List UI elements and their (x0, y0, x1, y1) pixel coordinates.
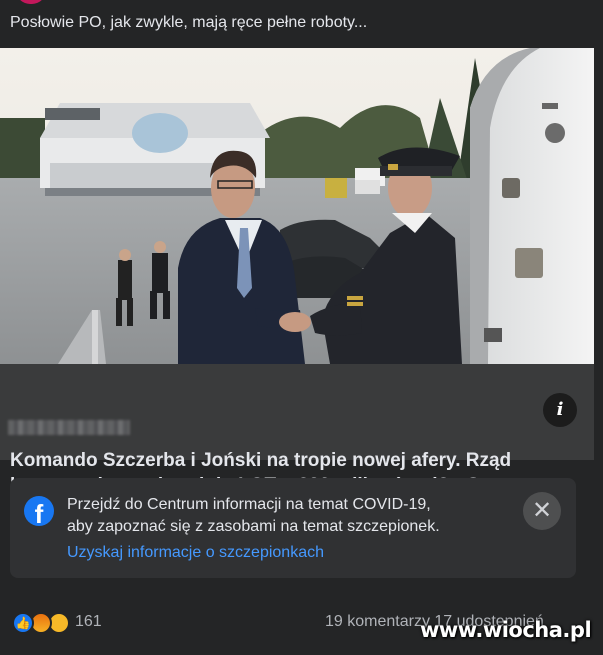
vaccine-info-link[interactable]: Uzyskaj informacje o szczepionkach (67, 542, 324, 564)
link-preview-card[interactable]: i Komando Szczerba i Joński na tropie no… (0, 48, 594, 496)
post-text: Posłowie PO, jak zwykle, mają ręce pełne… (10, 14, 368, 31)
covid-info-banner: f Przejdź do Centrum informacji na temat… (10, 478, 576, 578)
like-icon: 👍 (12, 612, 34, 634)
watermark: www.wiocha.pl (420, 618, 592, 642)
facebook-logo-icon: f (24, 496, 54, 526)
article-photo[interactable] (0, 48, 594, 364)
top-strip (0, 0, 603, 8)
close-icon[interactable]: ✕ (523, 492, 561, 530)
covid-info-text: Przejdź do Centrum informacji na temat C… (67, 496, 440, 535)
info-icon[interactable]: i (543, 393, 577, 427)
right-edge-divider (594, 48, 603, 655)
article-photo-image (0, 48, 594, 364)
reaction-count[interactable]: 161 (75, 613, 102, 631)
blurred-domain (8, 420, 130, 435)
